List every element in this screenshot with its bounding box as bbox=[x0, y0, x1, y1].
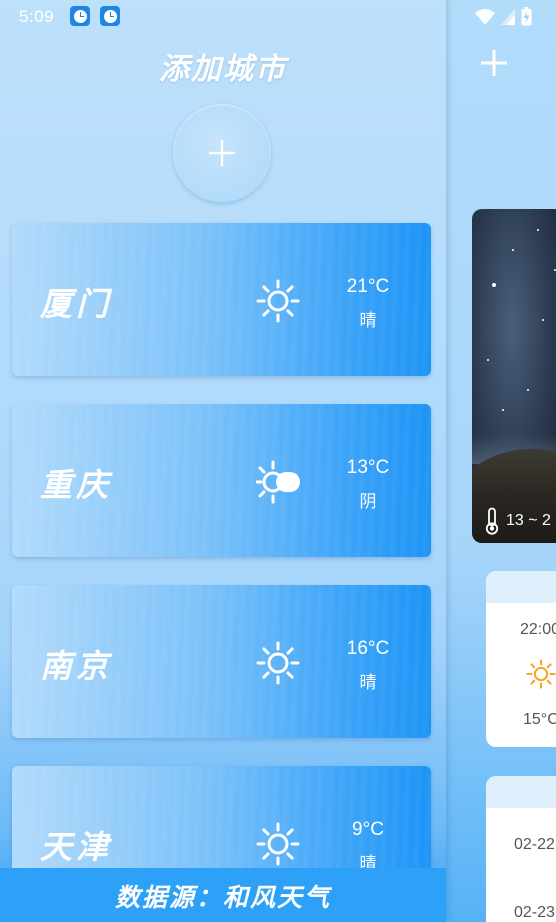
city-condition: 晴 bbox=[359, 311, 377, 330]
add-city-drawer: 添加城市 厦门 21°C 晴 重庆 13°C 阴 南京 16°C 晴 天津 9°… bbox=[0, 0, 446, 922]
sun-icon bbox=[256, 279, 300, 323]
city-condition: 晴 bbox=[359, 673, 377, 692]
thermometer-icon bbox=[485, 507, 499, 535]
temp-range: 13 ~ 2 bbox=[484, 507, 551, 535]
daily-date: 02-23 bbox=[514, 904, 555, 921]
city-card-xiamen[interactable]: 厦门 21°C 晴 bbox=[12, 223, 431, 376]
status-bar: 5:09 bbox=[0, 0, 556, 34]
city-temp: 13°C bbox=[346, 457, 390, 478]
drawer-title: 添加城市 bbox=[159, 52, 287, 87]
data-source-bar: 数据源：和风天气 bbox=[0, 868, 446, 922]
city-card-chongqing[interactable]: 重庆 13°C 阴 bbox=[12, 404, 431, 557]
hourly-temp: 15°C bbox=[523, 711, 556, 728]
daily-forecast-card: 02-22 02-23 bbox=[486, 776, 556, 922]
city-card-nanjing[interactable]: 南京 16°C 晴 bbox=[12, 585, 431, 738]
clock-app-icon bbox=[100, 6, 120, 26]
city-name: 天津 bbox=[40, 828, 113, 866]
daily-date: 02-22 bbox=[514, 836, 555, 853]
city-name: 南京 bbox=[40, 647, 113, 685]
plus-icon[interactable] bbox=[479, 48, 509, 78]
status-time: 5:09 bbox=[19, 7, 55, 26]
clock-app-icon bbox=[70, 6, 90, 26]
data-source-label: 数据源：和风天气 bbox=[114, 883, 331, 912]
sun-icon bbox=[256, 641, 300, 685]
overcast-icon bbox=[256, 460, 300, 504]
wifi-icon bbox=[475, 8, 495, 25]
weather-photo-card: 13 ~ 2 bbox=[472, 209, 556, 543]
city-temp: 21°C bbox=[346, 276, 390, 297]
hourly-time: 22:00 bbox=[520, 621, 556, 638]
hourly-forecast-card: 22:00 15°C bbox=[486, 571, 556, 747]
add-city-button[interactable] bbox=[173, 104, 271, 202]
city-temp: 16°C bbox=[346, 638, 390, 659]
battery-charging-icon bbox=[521, 7, 532, 26]
city-name: 厦门 bbox=[40, 285, 113, 323]
signal-icon bbox=[501, 8, 515, 25]
temp-range-text: 13 ~ 2 bbox=[506, 512, 551, 529]
plus-icon bbox=[209, 140, 235, 166]
sun-icon bbox=[526, 659, 556, 689]
city-name: 重庆 bbox=[40, 466, 113, 504]
city-condition: 阴 bbox=[359, 492, 377, 511]
city-temp: 9°C bbox=[352, 819, 384, 840]
sun-icon bbox=[256, 822, 300, 866]
